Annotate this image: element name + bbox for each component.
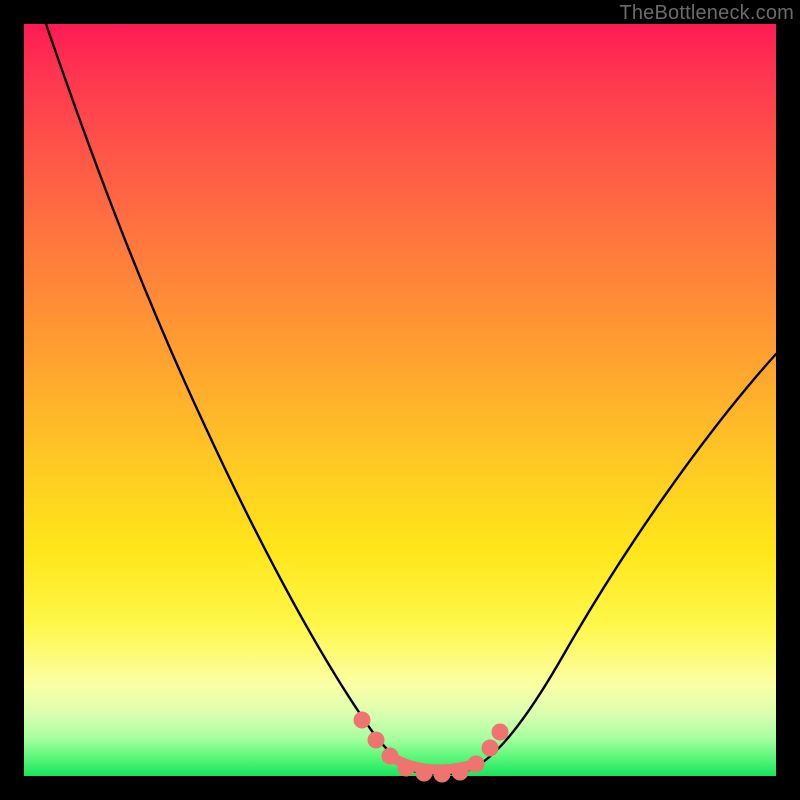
chart-frame: TheBottleneck.com bbox=[0, 0, 800, 800]
chart-svg bbox=[24, 24, 776, 776]
highlight-dots bbox=[354, 712, 508, 782]
bottleneck-curve bbox=[46, 24, 776, 775]
watermark-text: TheBottleneck.com bbox=[619, 2, 794, 25]
